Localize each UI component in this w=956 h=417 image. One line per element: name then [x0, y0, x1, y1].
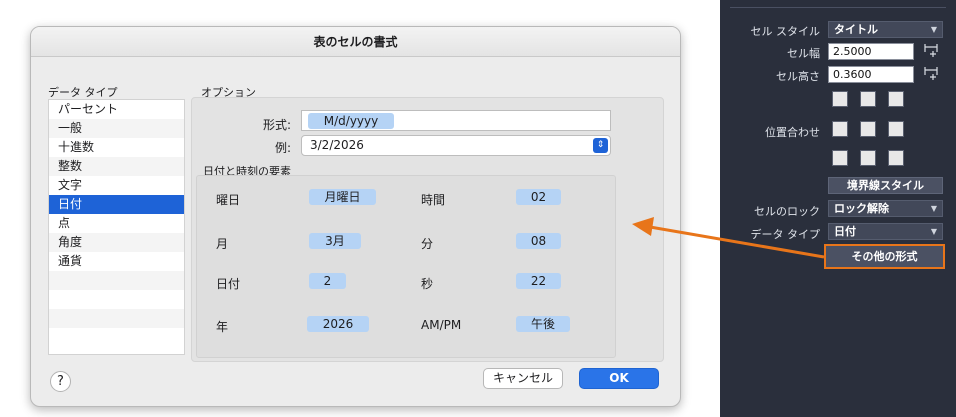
ampm-token[interactable]: 午後 [516, 316, 570, 332]
second-token[interactable]: 22 [516, 273, 561, 289]
day-label: 日付 [216, 277, 241, 291]
inspector-panel: セル スタイル タイトル ▼ セル幅 2.5000 セル高さ 0.3600 位置… [720, 0, 956, 417]
data-type-select[interactable]: 日付 ▼ [828, 223, 943, 240]
example-popup[interactable]: 3/2/2026 ⇕ [301, 135, 611, 156]
cell-width-field[interactable]: 2.5000 [828, 43, 914, 60]
day-token[interactable]: 2 [309, 273, 346, 289]
cell-height-field[interactable]: 0.3600 [828, 66, 914, 83]
list-item-empty [49, 309, 184, 328]
cell-style-value: タイトル [834, 23, 878, 36]
minute-label: 分 [421, 237, 434, 251]
data-type-value: 日付 [834, 225, 856, 238]
data-type-list: パーセント 一般 十進数 整数 文字 日付 点 角度 通貨 [48, 99, 185, 355]
cell-width-label: セル幅 [787, 47, 820, 60]
ok-button[interactable]: OK [579, 368, 659, 389]
list-item-empty [49, 328, 184, 347]
cell-lock-value: ロック解除 [834, 202, 889, 215]
minute-token[interactable]: 08 [516, 233, 561, 249]
cancel-button[interactable]: キャンセル [483, 368, 563, 389]
align-top-center-icon[interactable] [860, 91, 876, 107]
align-middle-center-icon[interactable] [860, 121, 876, 137]
align-bottom-right-icon[interactable] [888, 150, 904, 166]
list-item-currency[interactable]: 通貨 [49, 252, 184, 271]
cell-lock-label: セルのロック [754, 205, 820, 218]
chevron-down-icon: ▼ [930, 204, 937, 213]
example-label: 例: [274, 141, 291, 155]
panel-divider [730, 0, 946, 8]
align-top-right-icon[interactable] [888, 91, 904, 107]
month-label: 月 [216, 237, 229, 251]
cell-lock-select[interactable]: ロック解除 ▼ [828, 200, 943, 217]
data-type-label: データ タイプ [750, 228, 821, 241]
list-item-integer[interactable]: 整数 [49, 157, 184, 176]
alignment-label: 位置合わせ [765, 126, 820, 139]
cell-height-label: セル高さ [776, 70, 820, 83]
chevron-updown-icon: ⇕ [593, 138, 608, 153]
second-label: 秒 [421, 277, 434, 291]
align-bottom-left-icon[interactable] [832, 150, 848, 166]
format-token[interactable]: M/d/yyyy [308, 113, 394, 129]
align-middle-right-icon[interactable] [888, 121, 904, 137]
year-token[interactable]: 2026 [307, 316, 369, 332]
align-top-left-icon[interactable] [832, 91, 848, 107]
format-label: 形式: [262, 118, 291, 132]
dialog-title: 表のセルの書式 [31, 27, 680, 57]
chevron-down-icon: ▼ [930, 25, 937, 34]
example-value: 3/2/2026 [310, 138, 364, 152]
list-item-empty [49, 290, 184, 309]
align-middle-left-icon[interactable] [832, 121, 848, 137]
list-item-angle[interactable]: 角度 [49, 233, 184, 252]
list-item-text[interactable]: 文字 [49, 176, 184, 195]
data-type-heading: データ タイプ [48, 86, 118, 99]
height-fit-icon[interactable] [923, 65, 941, 83]
other-format-button[interactable]: その他の形式 [824, 244, 945, 269]
weekday-label: 曜日 [216, 193, 241, 207]
list-item-general[interactable]: 一般 [49, 119, 184, 138]
ampm-label: AM/PM [421, 318, 462, 332]
format-field[interactable]: M/d/yyyy [301, 110, 611, 131]
list-item-date[interactable]: 日付 [49, 195, 184, 214]
year-label: 年 [216, 320, 229, 334]
list-item-empty [49, 271, 184, 290]
list-item-percent[interactable]: パーセント [49, 100, 184, 119]
list-item-point[interactable]: 点 [49, 214, 184, 233]
width-fit-icon[interactable] [923, 42, 941, 60]
hour-label: 時間 [421, 193, 446, 207]
list-item-decimal[interactable]: 十進数 [49, 138, 184, 157]
help-button[interactable]: ? [50, 371, 71, 392]
border-style-button[interactable]: 境界線スタイル [828, 177, 943, 194]
weekday-token[interactable]: 月曜日 [309, 189, 376, 205]
hour-token[interactable]: 02 [516, 189, 561, 205]
align-bottom-center-icon[interactable] [860, 150, 876, 166]
month-token[interactable]: 3月 [309, 233, 361, 249]
cell-style-select[interactable]: タイトル ▼ [828, 21, 943, 38]
chevron-down-icon: ▼ [930, 227, 937, 236]
cell-style-label: セル スタイル [750, 25, 821, 38]
format-cells-dialog: 表のセルの書式 データ タイプ オプション パーセント 一般 十進数 整数 文字… [30, 26, 681, 407]
